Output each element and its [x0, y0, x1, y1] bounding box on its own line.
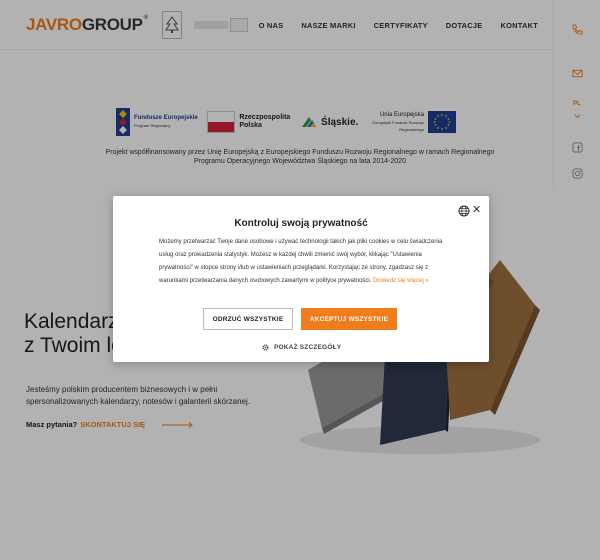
- globe-icon[interactable]: [458, 205, 470, 217]
- close-icon[interactable]: ✕: [472, 203, 481, 216]
- privacy-modal: ✕ Kontroluj swoją prywatność Możemy prze…: [113, 196, 489, 362]
- reject-all-button[interactable]: ODRZUĆ WSZYSTKIE: [203, 308, 293, 330]
- learn-more-link[interactable]: Dowiedz się więcej »: [373, 278, 429, 284]
- accept-all-button[interactable]: AKCEPTUJ WSZYSTKIE: [301, 308, 397, 330]
- details-label: POKAŻ SZCZEGÓŁY: [274, 344, 342, 351]
- show-details-button[interactable]: POKAŻ SZCZEGÓŁY: [261, 343, 341, 352]
- gear-icon: [262, 344, 269, 351]
- modal-body: Możemy przetwarzać Twoje dane osobowe i …: [159, 236, 445, 288]
- modal-title: Kontroluj swoją prywatność: [234, 218, 368, 229]
